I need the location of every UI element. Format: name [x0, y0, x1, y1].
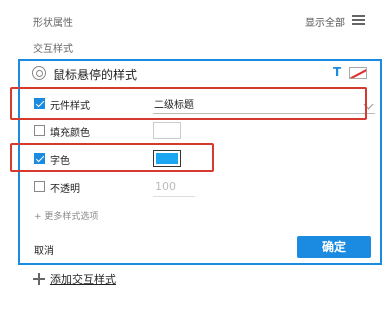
target-icon — [32, 66, 46, 80]
fill-color-checkbox[interactable] — [34, 125, 45, 136]
fill-color-label: 填充颜色 — [50, 128, 90, 139]
properties-header: 形状属性 显示全部 交互样式 — [0, 0, 385, 58]
no-fill-swatch-icon[interactable] — [349, 67, 367, 79]
opacity-checkbox[interactable] — [34, 181, 45, 192]
fill-color-row: 填充颜色 — [20, 120, 380, 142]
fill-color-swatch[interactable] — [153, 122, 181, 139]
text-style-icon[interactable]: T — [333, 65, 341, 79]
cancel-button[interactable]: 取消 — [34, 242, 54, 257]
opacity-value: 100 — [155, 180, 176, 193]
opacity-label: 不透明 — [50, 184, 80, 195]
section-title: 形状属性 — [33, 18, 73, 29]
more-style-options-link[interactable]: + 更多样式选项 — [34, 209, 98, 222]
panel-title: 鼠标悬停的样式 — [53, 68, 138, 82]
show-all-link[interactable]: 显示全部 — [305, 14, 345, 29]
opacity-input[interactable]: 100 — [153, 177, 195, 197]
plus-icon — [33, 273, 45, 285]
hamburger-menu-icon[interactable] — [352, 15, 365, 25]
interaction-style-label: 交互样式 — [33, 44, 73, 55]
panel-header: 鼠标悬停的样式 T — [20, 61, 380, 87]
add-interaction-style-label: 添加交互样式 — [50, 273, 116, 286]
opacity-row: 不透明 100 — [20, 176, 380, 198]
confirm-button[interactable]: 确定 — [297, 236, 371, 258]
highlight-font-color — [10, 143, 214, 172]
highlight-widget-style — [10, 87, 367, 120]
fill-color-fill — [156, 125, 178, 136]
